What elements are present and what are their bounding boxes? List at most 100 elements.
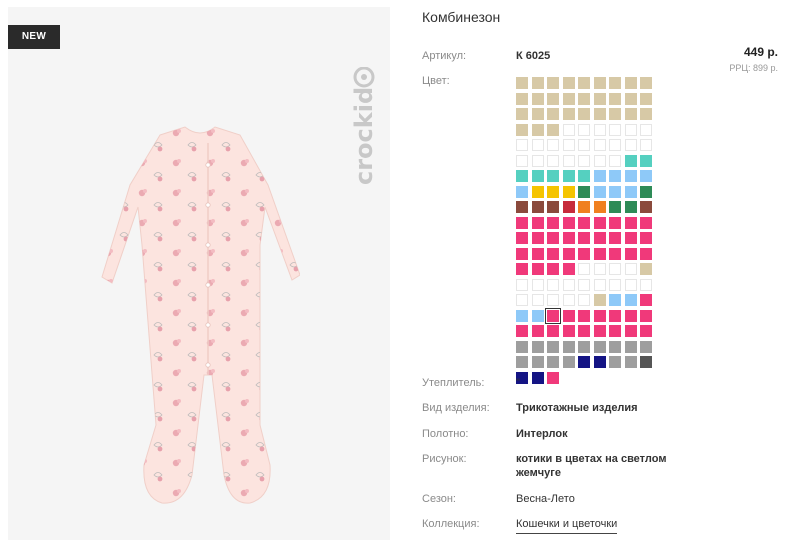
color-swatch[interactable] [609, 92, 621, 105]
color-swatch[interactable] [531, 356, 544, 368]
color-swatch[interactable] [562, 278, 575, 291]
color-swatch[interactable] [531, 185, 544, 198]
color-swatch[interactable] [640, 340, 652, 353]
color-swatch[interactable] [516, 92, 528, 105]
color-swatch[interactable] [516, 201, 528, 213]
color-swatch[interactable] [593, 92, 606, 105]
color-swatch[interactable] [516, 278, 528, 291]
color-swatch[interactable] [547, 325, 559, 337]
color-swatch[interactable] [624, 108, 637, 120]
color-swatch[interactable] [562, 201, 575, 213]
color-swatch[interactable] [562, 309, 575, 322]
color-swatch[interactable] [578, 108, 590, 120]
color-swatch[interactable] [531, 371, 544, 384]
color-swatch[interactable] [593, 356, 606, 368]
color-swatch[interactable] [624, 185, 637, 198]
color-swatch[interactable] [593, 340, 606, 353]
color-swatch[interactable] [547, 247, 559, 260]
color-swatch[interactable] [593, 309, 606, 322]
color-swatch[interactable] [547, 340, 559, 353]
color-swatch[interactable] [609, 201, 621, 213]
color-swatch[interactable] [578, 123, 590, 136]
color-swatch[interactable] [531, 294, 544, 306]
color-swatch[interactable] [593, 123, 606, 136]
color-swatch[interactable] [531, 92, 544, 105]
color-swatch[interactable] [531, 170, 544, 182]
color-swatch[interactable] [578, 309, 590, 322]
color-swatch[interactable] [562, 232, 575, 244]
color-swatch[interactable] [640, 216, 652, 229]
color-swatch[interactable] [547, 139, 559, 151]
color-swatch[interactable] [547, 185, 559, 198]
color-swatch[interactable] [593, 201, 606, 213]
color-swatch[interactable] [578, 356, 590, 368]
color-swatch[interactable] [640, 139, 652, 151]
color-swatch[interactable] [640, 108, 652, 120]
color-swatch[interactable] [562, 247, 575, 260]
color-swatch[interactable] [562, 356, 575, 368]
color-swatch[interactable] [531, 139, 544, 151]
color-swatch[interactable] [609, 340, 621, 353]
color-swatch[interactable] [609, 247, 621, 260]
color-swatch[interactable] [516, 216, 528, 229]
color-swatch[interactable] [593, 294, 606, 306]
color-swatch[interactable] [624, 340, 637, 353]
color-swatch[interactable] [609, 108, 621, 120]
color-swatch[interactable] [609, 278, 621, 291]
color-swatch[interactable] [624, 325, 637, 337]
color-swatch[interactable] [609, 139, 621, 151]
color-swatch[interactable] [624, 139, 637, 151]
color-swatch[interactable] [624, 123, 637, 136]
color-swatch[interactable] [578, 216, 590, 229]
color-swatch[interactable] [547, 201, 559, 213]
color-swatch[interactable] [531, 247, 544, 260]
color-swatch[interactable] [609, 154, 621, 167]
color-swatch[interactable] [547, 263, 559, 275]
product-photo[interactable]: NEW crockid [8, 7, 390, 540]
color-swatch[interactable] [593, 139, 606, 151]
color-swatch[interactable] [516, 294, 528, 306]
color-swatch[interactable] [547, 154, 559, 167]
color-swatch[interactable] [516, 154, 528, 167]
color-swatch[interactable] [516, 325, 528, 337]
color-swatch[interactable] [562, 77, 575, 89]
color-swatch[interactable] [516, 340, 528, 353]
color-swatch[interactable] [516, 309, 528, 322]
color-swatch[interactable] [640, 170, 652, 182]
color-swatch[interactable] [593, 185, 606, 198]
color-swatch[interactable] [531, 309, 544, 322]
color-swatch[interactable] [547, 170, 559, 182]
color-swatch[interactable] [531, 216, 544, 229]
color-swatch[interactable] [609, 185, 621, 198]
color-swatch[interactable] [640, 154, 652, 167]
color-swatch[interactable] [640, 185, 652, 198]
color-swatch[interactable] [531, 263, 544, 275]
color-swatch[interactable] [593, 154, 606, 167]
color-swatch[interactable] [578, 325, 590, 337]
color-swatch[interactable] [562, 185, 575, 198]
color-swatch[interactable] [578, 92, 590, 105]
color-swatch[interactable] [578, 201, 590, 213]
color-swatch[interactable] [609, 325, 621, 337]
color-swatch[interactable] [593, 170, 606, 182]
color-swatch[interactable] [624, 356, 637, 368]
color-swatch[interactable] [531, 340, 544, 353]
color-swatch[interactable] [547, 92, 559, 105]
color-swatch[interactable] [578, 247, 590, 260]
color-swatch[interactable] [516, 123, 528, 136]
color-swatch[interactable] [640, 247, 652, 260]
color-swatch[interactable] [531, 123, 544, 136]
color-swatch[interactable] [640, 201, 652, 213]
color-swatch[interactable] [578, 154, 590, 167]
color-swatch[interactable] [562, 325, 575, 337]
color-swatch[interactable] [516, 185, 528, 198]
color-swatch[interactable] [624, 77, 637, 89]
collection-link[interactable]: Кошечки и цветочки [516, 518, 618, 534]
color-swatch[interactable] [578, 278, 590, 291]
color-swatch[interactable] [640, 123, 652, 136]
color-swatch[interactable] [640, 263, 652, 275]
color-swatch[interactable] [624, 247, 637, 260]
color-swatch[interactable] [531, 154, 544, 167]
color-swatch[interactable] [593, 247, 606, 260]
color-swatch[interactable] [562, 216, 575, 229]
